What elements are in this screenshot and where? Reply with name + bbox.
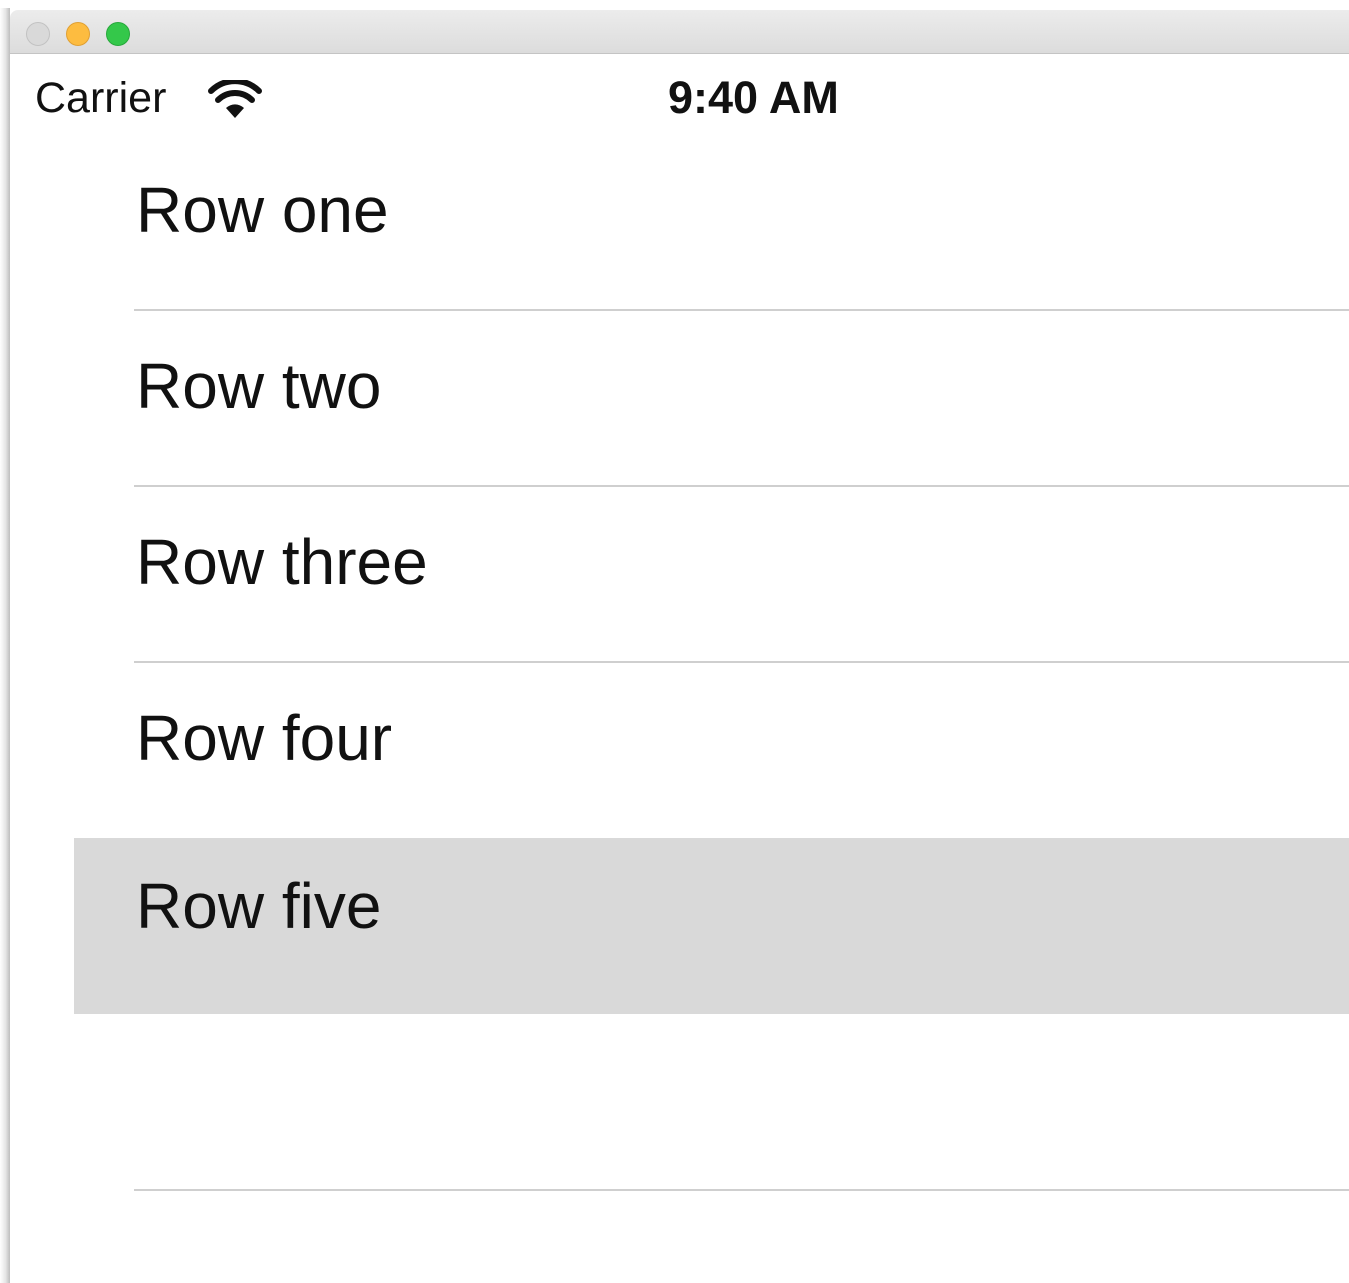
row-label: Row three: [136, 526, 428, 598]
row-separator: [134, 661, 1349, 663]
table-row[interactable]: Row four: [10, 670, 1349, 846]
window-edge-shadow: [0, 8, 10, 1283]
row-label: Row five: [136, 870, 382, 942]
row-separator: [134, 485, 1349, 487]
window-titlebar[interactable]: [10, 10, 1349, 54]
row-separator: [134, 309, 1349, 311]
close-window-button[interactable]: [26, 22, 50, 46]
table-row[interactable]: Row one: [10, 142, 1349, 318]
table-row[interactable]: Row two: [10, 318, 1349, 494]
row-label: Row two: [136, 350, 382, 422]
carrier-label: Carrier: [35, 74, 167, 122]
device-screen: Carrier 9:40 AM Row one Row two Row thre…: [10, 54, 1349, 1283]
row-label: Row four: [136, 702, 393, 774]
table-row-selected[interactable]: Row five: [10, 838, 1349, 1014]
simulator-window: Carrier 9:40 AM Row one Row two Row thre…: [0, 0, 1349, 1283]
status-bar: Carrier 9:40 AM: [10, 54, 1349, 142]
table-row[interactable]: Row three: [10, 494, 1349, 670]
table-row-empty[interactable]: [10, 1014, 1349, 1190]
zoom-window-button[interactable]: [106, 22, 130, 46]
minimize-window-button[interactable]: [66, 22, 90, 46]
row-separator: [134, 1189, 1349, 1191]
status-time: 9:40 AM: [668, 72, 839, 123]
wifi-icon: [208, 80, 262, 118]
row-label: Row one: [136, 174, 389, 246]
